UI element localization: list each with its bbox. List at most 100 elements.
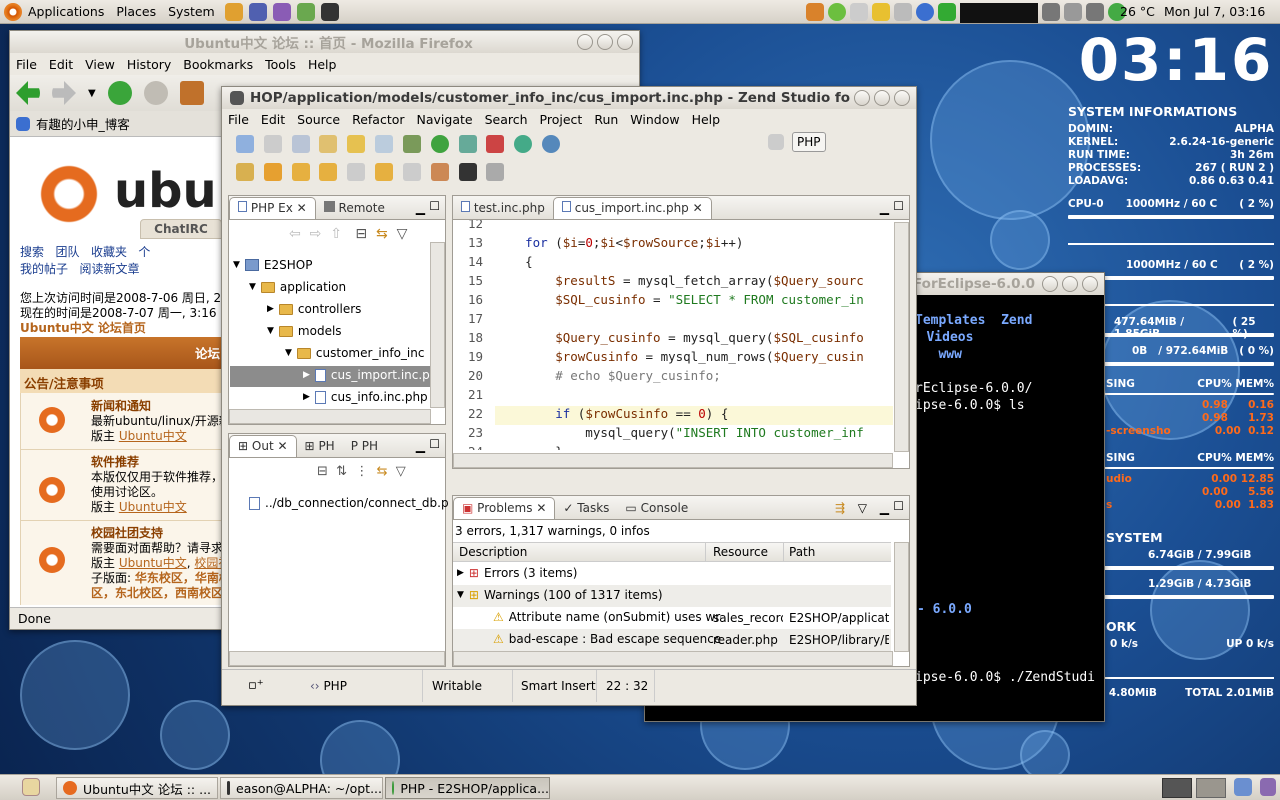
zend-titlebar[interactable]: HOP/application/models/customer_info_inc… xyxy=(222,87,916,109)
column-path[interactable]: Path xyxy=(789,545,815,559)
ubuntu-logo-icon[interactable] xyxy=(4,2,22,21)
maximize-icon[interactable]: ☐ xyxy=(893,499,904,513)
filter-icon[interactable]: ⋮ xyxy=(355,464,368,479)
taskbar-terminal[interactable]: eason@ALPHA: ~/opt... xyxy=(220,777,383,799)
menu-help[interactable]: Help xyxy=(302,57,343,72)
tab-remote[interactable]: Remote xyxy=(316,198,393,219)
launcher-icon[interactable] xyxy=(296,2,315,21)
maximize-button[interactable] xyxy=(597,34,613,50)
new-posts-link[interactable]: 阅读新文章 xyxy=(79,262,139,276)
back-icon[interactable] xyxy=(375,163,394,181)
minimize-button[interactable] xyxy=(577,34,593,50)
view-menu-icon[interactable]: ▽ xyxy=(397,226,408,242)
forward-icon[interactable]: ⇨ xyxy=(310,226,322,242)
tree-folder-models[interactable]: ▼ models xyxy=(267,324,342,338)
bug-icon[interactable] xyxy=(430,163,449,181)
tree-file-cus-import[interactable]: ▶ cus_import.inc.p xyxy=(303,368,430,382)
column-resource[interactable]: Resource xyxy=(713,545,768,559)
workspace-switcher[interactable] xyxy=(1162,778,1192,798)
launcher-icon[interactable] xyxy=(224,2,243,21)
sort-icon[interactable]: ⇅ xyxy=(336,464,347,479)
run-icon[interactable] xyxy=(430,135,449,153)
close-button[interactable] xyxy=(1082,276,1098,292)
tab-cus-import[interactable]: cus_import.inc.php ✕ xyxy=(552,197,712,219)
link-editor-icon[interactable]: ⇆ xyxy=(376,226,388,242)
tab-problems[interactable]: ▣ Problems ✕ xyxy=(453,497,556,519)
tree-project[interactable]: ▼ E2SHOP xyxy=(233,258,312,272)
php-perspective-button[interactable]: PHP xyxy=(792,132,826,152)
minimize-icon[interactable]: ▁ xyxy=(880,201,889,215)
tray-icon[interactable] xyxy=(872,3,890,21)
tray-icon[interactable] xyxy=(1064,3,1082,21)
stop-icon[interactable] xyxy=(486,163,505,181)
vertical-scrollbar[interactable] xyxy=(894,222,909,452)
external-tools-icon[interactable] xyxy=(486,135,505,153)
moderator-link[interactable]: Ubuntu中文 xyxy=(119,500,187,514)
expand-icon[interactable]: ▼ xyxy=(285,348,292,358)
horizontal-scrollbar[interactable] xyxy=(229,409,431,424)
save-icon[interactable] xyxy=(263,135,282,153)
launcher-icon[interactable] xyxy=(248,2,267,21)
new-php-icon[interactable] xyxy=(319,135,338,153)
launcher-icon[interactable] xyxy=(272,2,291,21)
menu-search[interactable]: Search xyxy=(479,112,534,127)
moderator-link[interactable]: Ubuntu中文 xyxy=(119,556,187,570)
minimize-icon[interactable]: ▁ xyxy=(416,439,425,453)
show-desktop-icon[interactable] xyxy=(22,778,40,796)
menu-source[interactable]: Source xyxy=(291,112,346,127)
warning-row[interactable]: ⚠ bad-escape : Bad escape sequence: xyxy=(493,632,721,646)
open-folder-icon[interactable] xyxy=(236,163,254,181)
network-signal-icon[interactable] xyxy=(938,3,956,21)
zend-studio-window[interactable]: HOP/application/models/customer_info_inc… xyxy=(221,86,917,706)
my-posts-link[interactable]: 我的帖子 xyxy=(20,262,68,276)
maximize-icon[interactable]: ☐ xyxy=(893,199,904,213)
maximize-button[interactable] xyxy=(874,90,890,106)
expand-icon[interactable]: ▶ xyxy=(267,304,274,314)
last-edit-icon[interactable] xyxy=(347,163,366,181)
forward-arrow-icon[interactable] xyxy=(52,81,76,105)
close-icon[interactable]: ✕ xyxy=(297,201,307,215)
history-dropdown-icon[interactable]: ▼ xyxy=(88,88,96,99)
menu-file[interactable]: File xyxy=(222,112,255,127)
open-icon[interactable] xyxy=(347,135,366,153)
close-icon[interactable]: ✕ xyxy=(536,501,546,515)
forum-home-link[interactable]: Ubuntu中文 论坛首页 xyxy=(20,319,146,336)
terminal-launcher-icon[interactable] xyxy=(320,2,339,21)
tree-folder-application[interactable]: ▼ application xyxy=(249,280,346,294)
system-menu[interactable]: System xyxy=(162,4,221,19)
menu-help[interactable]: Help xyxy=(686,112,727,127)
maximize-button[interactable] xyxy=(1062,276,1078,292)
errors-group[interactable]: ▶ ⊞ Errors (3 items) xyxy=(457,566,577,580)
tree-file-cus-info[interactable]: ▶ cus_info.inc.php xyxy=(303,390,428,404)
tray-icon[interactable] xyxy=(1042,3,1060,21)
fast-view-icon[interactable]: ▫⁺ xyxy=(248,678,264,693)
view-menu-icon[interactable]: ▽ xyxy=(858,501,867,515)
code-area[interactable]: 12 13 for ($i=0;$i<$rowSource;$i++) 14 {15… xyxy=(453,220,893,450)
prev-annotation-icon[interactable] xyxy=(319,163,338,181)
link-icon[interactable]: ⇆ xyxy=(377,464,388,479)
tab-php-explorer[interactable]: PHP Ex ✕ xyxy=(229,197,316,219)
chatirc-tab[interactable]: ChatIRC xyxy=(140,219,222,239)
profile-icon[interactable] xyxy=(458,135,477,153)
reload-icon[interactable] xyxy=(107,81,132,105)
tray-icon[interactable] xyxy=(850,3,868,21)
menu-edit[interactable]: Edit xyxy=(255,112,291,127)
warning-row[interactable]: ⚠ Attribute name (onSubmit) uses wrc xyxy=(493,610,721,624)
open-perspective-icon[interactable] xyxy=(768,134,784,150)
outline-include-item[interactable]: ../db_connection/connect_db.p xyxy=(249,496,449,510)
menu-history[interactable]: History xyxy=(121,57,177,72)
tree-folder-customer-info[interactable]: ▼ customer_info_inc xyxy=(285,346,424,360)
horizontal-scrollbar[interactable] xyxy=(453,453,893,468)
vertical-scrollbar[interactable] xyxy=(894,542,909,652)
tray-icon[interactable] xyxy=(806,3,824,21)
view-menu-icon[interactable]: ▽ xyxy=(396,464,406,479)
tab-tasks[interactable]: ✓ Tasks xyxy=(555,498,617,519)
expand-icon[interactable]: ▼ xyxy=(457,590,464,600)
clock[interactable]: Mon Jul 7, 03:16 xyxy=(1164,4,1265,19)
applications-menu[interactable]: Applications xyxy=(22,4,110,19)
menu-navigate[interactable]: Navigate xyxy=(411,112,479,127)
minimize-button[interactable] xyxy=(854,90,870,106)
team-link[interactable]: 团队 xyxy=(55,245,79,259)
search-link[interactable]: 搜索 xyxy=(20,245,44,259)
expand-icon[interactable]: ▼ xyxy=(249,282,256,292)
